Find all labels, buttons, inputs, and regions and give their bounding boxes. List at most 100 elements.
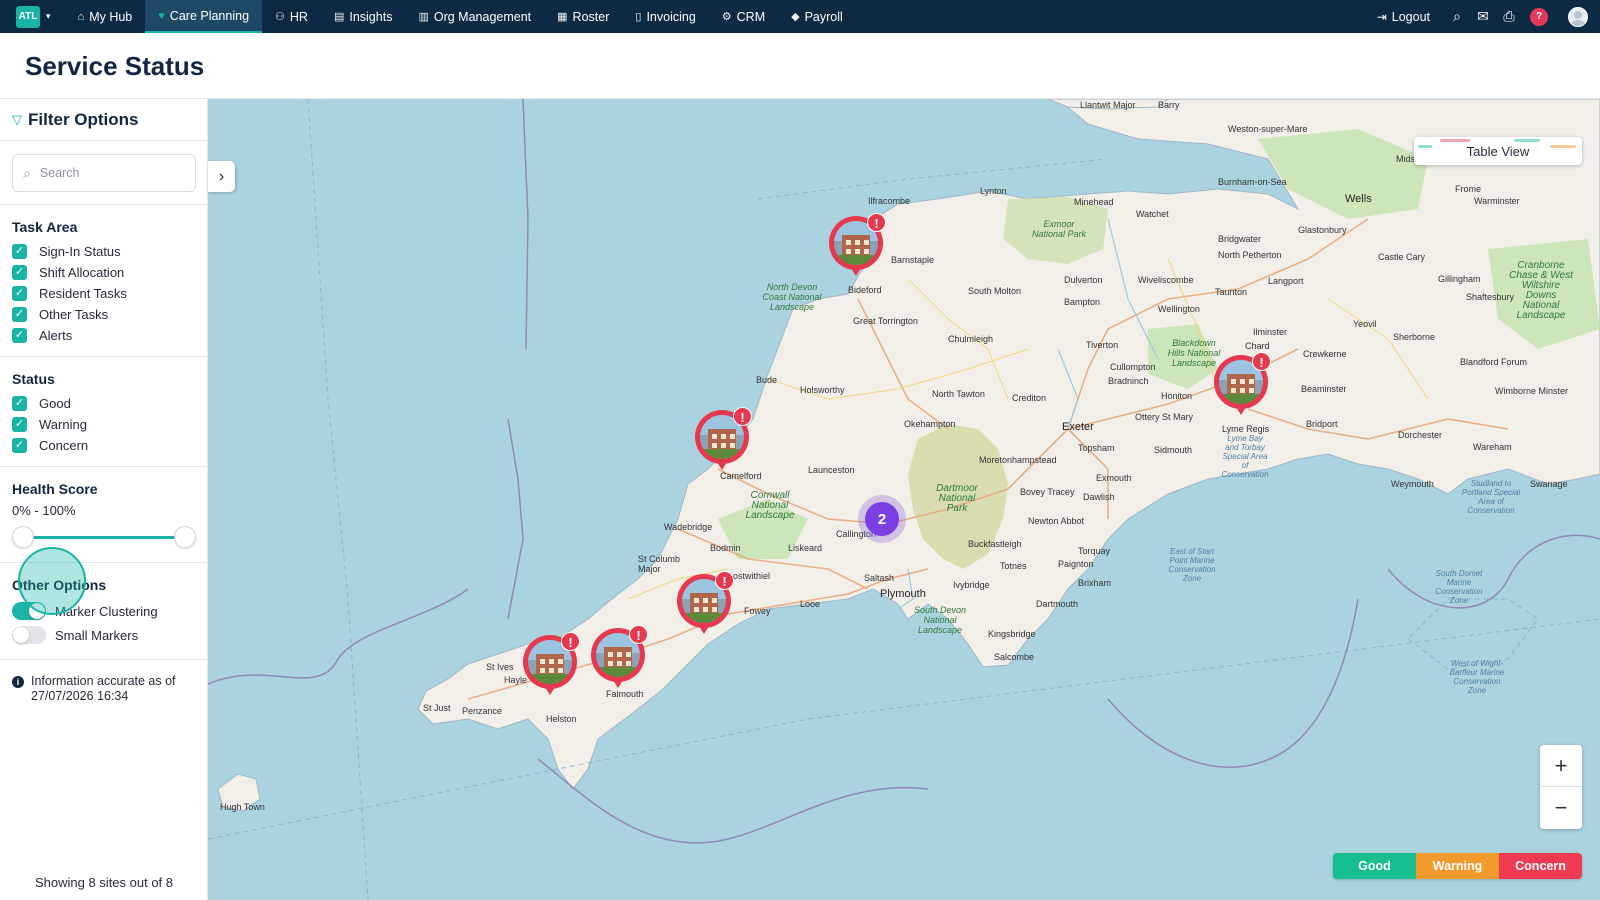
status-dash-good <box>1418 145 1432 148</box>
toggle-switch[interactable] <box>12 626 46 644</box>
checkbox-other-tasks[interactable]: ✓ Other Tasks <box>12 304 195 325</box>
place-label: Ilminster <box>1253 327 1288 337</box>
search-icon[interactable]: ⌕ <box>1450 8 1464 25</box>
nav-payroll[interactable]: ◆ Payroll <box>778 0 856 33</box>
site-marker-camelford[interactable]: ! <box>695 407 752 474</box>
place-label: Glastonbury <box>1298 225 1347 235</box>
checkbox-good[interactable]: ✓ Good <box>12 393 195 414</box>
nav-crm[interactable]: ⚙ CRM <box>709 0 778 33</box>
place-label: Great Torrington <box>853 316 918 326</box>
place-label: Taunton <box>1215 287 1248 297</box>
place-label: Minehead <box>1074 197 1114 207</box>
place-label: Buckfastleigh <box>968 539 1022 549</box>
place-label: Wareham <box>1473 442 1512 452</box>
place-label: Sherborne <box>1393 332 1436 342</box>
zoom-in-button[interactable]: + <box>1540 745 1582 787</box>
place-label: Launceston <box>808 465 855 475</box>
slider-min-handle[interactable] <box>12 526 34 548</box>
help-button[interactable]: ? <box>1530 7 1548 26</box>
place-label: Barnstaple <box>891 255 935 265</box>
org-switcher[interactable]: ATL ▾ <box>16 5 51 28</box>
place-label: Bideford <box>848 285 882 295</box>
toggle-switch[interactable] <box>12 602 46 620</box>
place-label: Wiveliscombe <box>1138 275 1194 285</box>
status-dash-concern <box>1440 139 1470 142</box>
zoom-out-button[interactable]: − <box>1540 787 1582 829</box>
slider-max-handle[interactable] <box>174 526 196 548</box>
place-label: Swanage <box>1530 479 1568 489</box>
section-title: Status <box>12 371 55 387</box>
collapse-sidebar-button[interactable]: › <box>208 161 235 192</box>
place-label: Beaminster <box>1301 384 1347 394</box>
place-label: Ottery St Mary <box>1135 412 1194 422</box>
site-marker-st-austell[interactable]: ! <box>677 571 734 638</box>
map-view[interactable]: Llantwit Major Barry Weston-super-Mare B… <box>208 99 1600 900</box>
site-marker-bideford[interactable]: ! <box>829 213 886 280</box>
place-label: Wimborne Minster <box>1495 386 1569 396</box>
checkbox-alerts[interactable]: ✓ Alerts <box>12 325 195 346</box>
check-icon: ✓ <box>12 417 27 432</box>
nav-label: Org Management <box>433 9 532 24</box>
place-label: Burnham-on-Sea <box>1218 177 1287 187</box>
toggle-marker-clustering[interactable]: Marker Clustering <box>12 599 195 623</box>
print-icon[interactable]: ⎙ <box>1502 8 1516 25</box>
home-icon: ⌂ <box>77 10 85 23</box>
logout-label: Logout <box>1391 9 1430 24</box>
place-label: Crewkerne <box>1303 349 1347 359</box>
place-label: Sidmouth <box>1154 445 1193 455</box>
checkbox-sign-in-status[interactable]: ✓ Sign-In Status <box>12 241 195 262</box>
site-marker-falmouth[interactable]: ! <box>591 625 648 692</box>
site-marker-camborne[interactable]: ! <box>523 632 580 699</box>
marker-cluster[interactable]: 2 <box>858 495 906 543</box>
place-label: Liskeard <box>788 543 823 553</box>
nav-roster[interactable]: ▦ Roster <box>544 0 622 33</box>
search-input[interactable] <box>39 166 170 180</box>
place-label: Bampton <box>1064 297 1101 307</box>
place-label: Bodmin <box>710 543 741 553</box>
place-label: Dorchester <box>1398 430 1443 440</box>
nav-care-planning[interactable]: ♥ Care Planning <box>145 0 263 33</box>
health-score-slider[interactable] <box>12 526 196 548</box>
place-label: Plymouth <box>880 588 926 600</box>
checkbox-label: Good <box>39 396 71 411</box>
filter-icon: ▽ <box>12 111 22 127</box>
place-label: Crediton <box>1012 393 1047 403</box>
checkbox-warning[interactable]: ✓ Warning <box>12 414 195 435</box>
checkbox-concern[interactable]: ✓ Concern <box>12 435 195 456</box>
nav-label: CRM <box>736 9 766 24</box>
legend-good: Good <box>1333 853 1416 879</box>
place-label: Cullompton <box>1110 362 1156 372</box>
nav-org-management[interactable]: ▥ Org Management <box>405 0 544 33</box>
mail-icon[interactable]: ✉ <box>1476 8 1490 25</box>
place-label: Saltash <box>864 573 895 583</box>
place-label: Fowey <box>744 606 771 616</box>
info-text: Information accurate as of 27/07/2026 16… <box>31 674 176 703</box>
nav-label: Insights <box>349 9 393 24</box>
nav-invoicing[interactable]: ▯ Invoicing <box>622 0 708 33</box>
nav-hr[interactable]: ⚇ HR <box>262 0 321 33</box>
section-title: Health Score <box>12 481 98 497</box>
table-view-button[interactable]: Table View <box>1414 137 1582 165</box>
alert-icon: ! <box>867 213 886 232</box>
slider-track <box>23 536 185 539</box>
place-label: Kingsbridge <box>988 629 1036 639</box>
place-label: Gillingham <box>1438 274 1481 284</box>
checkbox-shift-allocation[interactable]: ✓ Shift Allocation <box>12 262 195 283</box>
toggle-small-markers[interactable]: Small Markers <box>12 623 195 647</box>
place-label: Holsworthy <box>800 385 845 395</box>
place-label: Chulmleigh <box>948 334 994 344</box>
user-avatar[interactable] <box>1568 6 1588 27</box>
place-label: St Columb Major <box>638 554 681 574</box>
logout-button[interactable]: ⇥ Logout <box>1377 10 1430 24</box>
heart-icon: ♥ <box>158 9 165 22</box>
sea-label: Studland to Portland Special Area of Con… <box>1461 479 1521 515</box>
park-label: South Devon National Landscape <box>913 605 967 635</box>
checkbox-resident-tasks[interactable]: ✓ Resident Tasks <box>12 283 195 304</box>
nav-my-hub[interactable]: ⌂ My Hub <box>65 0 146 33</box>
nav-insights[interactable]: ▤ Insights <box>321 0 406 33</box>
file-icon: ▯ <box>635 11 642 23</box>
site-marker-axminster[interactable]: ! <box>1214 352 1271 419</box>
place-label: Exeter <box>1062 421 1094 433</box>
chevron-down-icon: ▾ <box>46 11 51 21</box>
place-label: Blandford Forum <box>1460 357 1528 367</box>
